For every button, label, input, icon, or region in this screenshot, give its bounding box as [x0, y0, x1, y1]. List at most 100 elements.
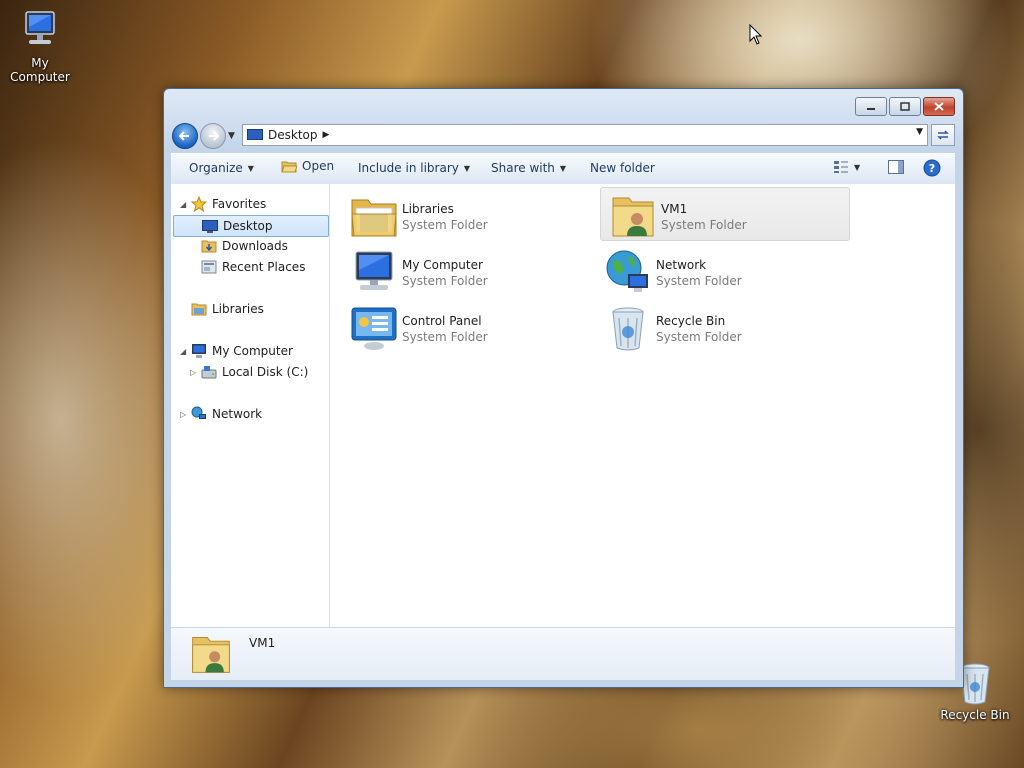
- help-button[interactable]: ?: [923, 159, 941, 177]
- collapse-arrow-icon[interactable]: ▷: [190, 368, 196, 377]
- nav-item-downloads[interactable]: Downloads: [171, 236, 327, 256]
- network-icon: [191, 406, 206, 419]
- item-name: Recycle Bin: [656, 314, 726, 328]
- item-name: VM1: [661, 202, 688, 216]
- item-type: System Folder: [402, 218, 488, 232]
- nav-favorites-label: Favorites: [212, 197, 267, 211]
- item-type: System Folder: [661, 218, 747, 232]
- item-name: Libraries: [402, 202, 454, 216]
- mouse-cursor-icon: [749, 24, 763, 45]
- include-in-library-button[interactable]: Include in library ▼: [358, 161, 470, 175]
- desktop-icon-my-computer[interactable]: My Computer: [0, 10, 80, 84]
- item-name: Network: [656, 258, 707, 272]
- help-icon: ?: [923, 159, 941, 177]
- chevron-down-icon: ▼: [854, 162, 861, 172]
- chevron-down-icon: ▼: [559, 163, 567, 173]
- nav-localdisk-label: Local Disk (C:): [222, 365, 309, 379]
- nav-item-network[interactable]: ▷ Network: [171, 404, 327, 424]
- organize-button[interactable]: Organize ▼: [189, 161, 254, 175]
- preview-pane-button[interactable]: [888, 160, 904, 174]
- share-with-button[interactable]: Share with ▼: [491, 161, 566, 175]
- breadcrumb[interactable]: Desktop ▶: [247, 128, 329, 142]
- item-type: System Folder: [402, 330, 488, 344]
- share-label: Share with: [491, 161, 555, 175]
- item-name: Control Panel: [402, 314, 482, 328]
- computer-icon: [25, 11, 55, 44]
- new-folder-button[interactable]: New folder: [590, 161, 655, 175]
- forward-arrow-icon: [209, 131, 219, 141]
- svg-text:?: ?: [929, 162, 935, 175]
- nav-downloads-label: Downloads: [222, 239, 288, 253]
- item-type: System Folder: [402, 274, 488, 288]
- open-button[interactable]: Open: [281, 159, 334, 173]
- content-area: ◢ Favorites Desktop Downloads Recent Pla…: [171, 184, 955, 627]
- nav-item-favorites[interactable]: ◢ Favorites: [171, 194, 327, 214]
- minimize-button[interactable]: [855, 97, 887, 116]
- nav-item-desktop[interactable]: Desktop: [173, 215, 329, 237]
- recent-places-icon: [201, 260, 217, 274]
- desktop-icon: [202, 220, 218, 233]
- forward-button[interactable]: [200, 123, 226, 149]
- star-icon: [191, 196, 207, 212]
- hard-disk-icon: [201, 366, 217, 379]
- nav-item-libraries[interactable]: Libraries: [171, 299, 327, 319]
- navigation-pane: ◢ Favorites Desktop Downloads Recent Pla…: [171, 184, 330, 627]
- recycle-bin-icon: [612, 307, 644, 351]
- breadcrumb-desktop[interactable]: Desktop: [268, 128, 318, 142]
- breadcrumb-chevron-icon[interactable]: ▶: [323, 130, 330, 140]
- explorer-window: ▼ Desktop ▶ ▼ Organize ▼ Open Include in…: [163, 88, 964, 688]
- nav-desktop-label: Desktop: [223, 219, 273, 233]
- nav-recent-label: Recent Places: [222, 260, 306, 274]
- command-bar: Organize ▼ Open Include in library ▼ Sha…: [171, 153, 955, 185]
- address-dropdown-icon[interactable]: ▼: [916, 127, 923, 137]
- expand-arrow-icon[interactable]: ◢: [180, 347, 186, 356]
- include-label: Include in library: [358, 161, 459, 175]
- close-icon: [934, 102, 944, 111]
- item-libraries[interactable]: Libraries System Folder: [342, 188, 590, 240]
- item-type: System Folder: [656, 330, 742, 344]
- desktop-icon-label: Recycle Bin: [940, 708, 1010, 722]
- item-my-computer[interactable]: My Computer System Folder: [342, 244, 590, 296]
- item-network[interactable]: Network System Folder: [596, 244, 844, 296]
- details-pane: VM1: [171, 627, 955, 680]
- item-name: My Computer: [402, 258, 483, 272]
- caption-buttons: [855, 97, 955, 116]
- minimize-icon: [867, 107, 875, 110]
- open-label: Open: [302, 159, 335, 173]
- nav-network-label: Network: [212, 407, 263, 421]
- maximize-button[interactable]: [889, 97, 921, 116]
- nav-item-recent-places[interactable]: Recent Places: [171, 257, 327, 277]
- details-item-name: VM1: [249, 636, 276, 650]
- view-options-icon: [834, 161, 848, 173]
- back-button[interactable]: [172, 123, 198, 149]
- libraries-folder-icon: [351, 199, 397, 237]
- network-globe-icon: [606, 250, 648, 292]
- control-panel-icon: [351, 307, 397, 350]
- open-folder-icon: [281, 161, 297, 173]
- nav-libraries-label: Libraries: [212, 302, 264, 316]
- address-bar[interactable]: Desktop ▶ ▼: [242, 124, 928, 146]
- refresh-button[interactable]: [931, 124, 955, 146]
- expand-arrow-icon[interactable]: ◢: [180, 200, 186, 209]
- restore-icon: [900, 102, 910, 111]
- computer-icon: [355, 251, 393, 290]
- change-view-button[interactable]: ▼: [833, 160, 860, 174]
- organize-label: Organize: [189, 161, 243, 175]
- item-control-panel[interactable]: Control Panel System Folder: [342, 300, 590, 352]
- nav-item-my-computer[interactable]: ◢ My Computer: [171, 341, 327, 361]
- collapse-arrow-icon[interactable]: ▷: [180, 410, 186, 419]
- downloads-folder-icon: [201, 240, 217, 253]
- item-vm1[interactable]: VM1 System Folder: [600, 187, 850, 241]
- new-folder-label: New folder: [590, 161, 655, 175]
- desktop-icon: [247, 129, 263, 140]
- close-button[interactable]: [923, 97, 955, 116]
- refresh-icon: [937, 130, 949, 140]
- navigation-bar: ▼ Desktop ▶ ▼: [172, 123, 955, 149]
- nav-item-local-disk[interactable]: ▷ Local Disk (C:): [171, 362, 327, 382]
- user-folder-icon: [192, 637, 230, 673]
- item-recycle-bin[interactable]: Recycle Bin System Folder: [596, 300, 844, 352]
- nav-computer-label: My Computer: [212, 344, 293, 358]
- recent-pages-dropdown[interactable]: ▼: [228, 131, 235, 141]
- chevron-down-icon: ▼: [247, 163, 254, 173]
- item-type: System Folder: [656, 274, 742, 288]
